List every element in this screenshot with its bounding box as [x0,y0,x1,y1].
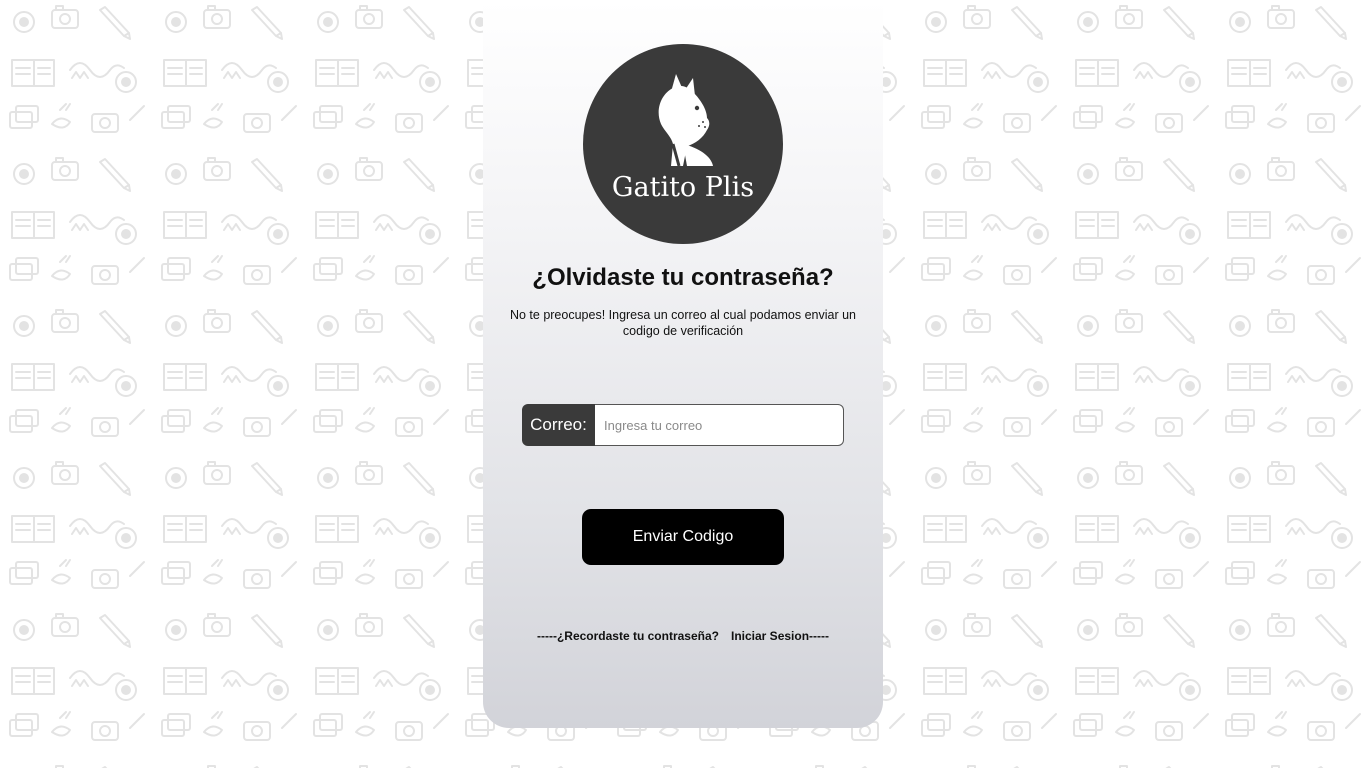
remember-password-text: -----¿Recordaste tu contraseña? [536,629,719,643]
email-input[interactable] [595,404,844,446]
page-subtitle: No te preocupes! Ingresa un correo al cu… [509,308,857,338]
cat-silhouette-icon [658,74,713,167]
send-code-button[interactable]: Enviar Codigo [582,509,784,565]
brand-name: Gatito Plis [611,172,755,203]
page-title: ¿Olvidaste tu contraseña? [532,264,834,291]
email-field-group: Correo: [522,404,844,446]
email-label: Correo: [522,404,595,446]
recovery-card: Gatito Plis ¿Olvidaste tu contraseña? No… [483,0,883,728]
brand-logo: Gatito Plis [583,44,783,244]
login-link[interactable]: Iniciar Sesion----- [731,629,829,643]
footer-links: -----¿Recordaste tu contraseña? Iniciar S… [483,629,883,643]
